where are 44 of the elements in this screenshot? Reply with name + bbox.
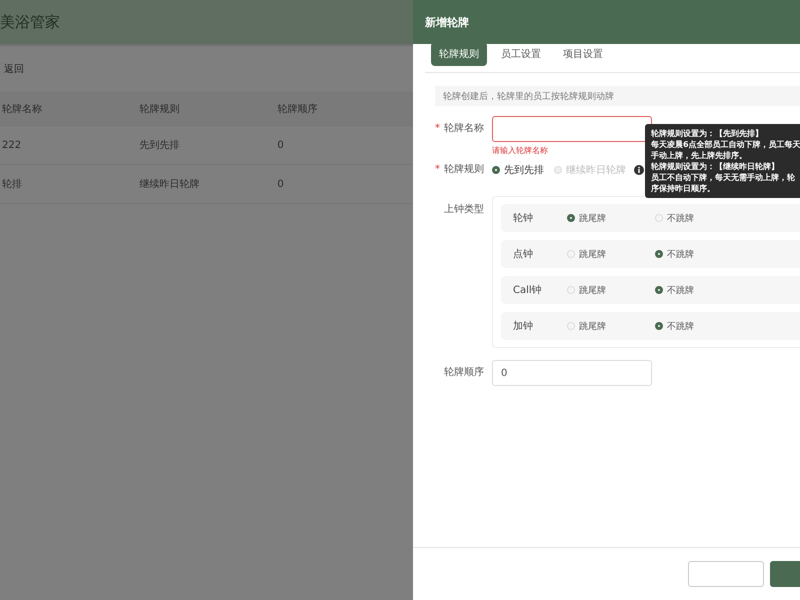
table-cell-text: 轮排: [1, 178, 23, 191]
table-cell-text: 0: [276, 140, 285, 150]
info-icon[interactable]: [634, 165, 644, 175]
radio-option[interactable]: 不跳牌: [655, 248, 735, 260]
table-cell-text: 继续昨日轮牌: [138, 178, 201, 191]
tooltip-text: 序保持昨日顺序。: [651, 183, 716, 194]
error-message: 请输入轮牌名称: [492, 145, 548, 156]
radio-option[interactable]: 不跳牌: [655, 212, 735, 224]
column-header: 轮牌顺序: [276, 102, 318, 116]
radio-option[interactable]: 跳尾牌: [567, 284, 647, 296]
field-label: 轮牌规则: [444, 164, 484, 175]
field-label: 上钟类型: [443, 202, 485, 217]
tooltip-text: 员工不自动下牌，每天无需手动上牌，轮: [651, 172, 796, 183]
field-label: 轮牌顺序: [443, 366, 485, 380]
radio-option[interactable]: 先到先排: [492, 163, 544, 177]
radio-option[interactable]: 跳尾牌: [567, 212, 647, 224]
table-cell-text: 先到先排: [138, 138, 181, 152]
radio-option[interactable]: 跳尾牌: [567, 320, 647, 332]
required-mark: *: [435, 123, 440, 134]
column-header: 轮牌名称: [1, 103, 43, 116]
clock-type-name: Call钟: [513, 284, 543, 297]
tooltip-text: 轮牌规则设置为：【继续昨日轮牌】: [651, 161, 780, 172]
field-label: 轮牌名称: [444, 123, 484, 134]
tooltip-text: 手动上牌，先上牌先排序。: [651, 150, 748, 161]
drawer-title: 新增轮牌: [425, 14, 469, 30]
clock-type-name: 点钟: [513, 248, 534, 261]
tab[interactable]: 员工设置: [493, 42, 549, 66]
column-header: 轮牌规则: [138, 103, 181, 116]
table-cell-text: 222: [1, 140, 22, 150]
table-cell-text: 0: [276, 178, 285, 190]
radio-option[interactable]: 不跳牌: [655, 320, 735, 332]
radio-option[interactable]: 跳尾牌: [567, 248, 647, 260]
tooltip-text: 轮牌规则设置为：【先到先排】: [651, 128, 764, 139]
tab[interactable]: 项目设置: [555, 42, 611, 66]
app-title: 美浴管家: [0, 12, 60, 32]
required-mark: *: [435, 164, 440, 175]
order-input-field[interactable]: 0: [492, 360, 652, 386]
radio-option[interactable]: 不跳牌: [655, 284, 735, 296]
clock-type-name: 加钟: [513, 320, 534, 333]
clock-type-name: 轮钟: [513, 212, 534, 225]
tab[interactable]: 轮牌规则: [431, 42, 487, 66]
name-input-field[interactable]: [492, 116, 652, 142]
back-link[interactable]: 返回: [4, 62, 24, 76]
notice-text: 轮牌创建后，轮牌里的员工按轮牌规则动牌: [443, 90, 614, 102]
